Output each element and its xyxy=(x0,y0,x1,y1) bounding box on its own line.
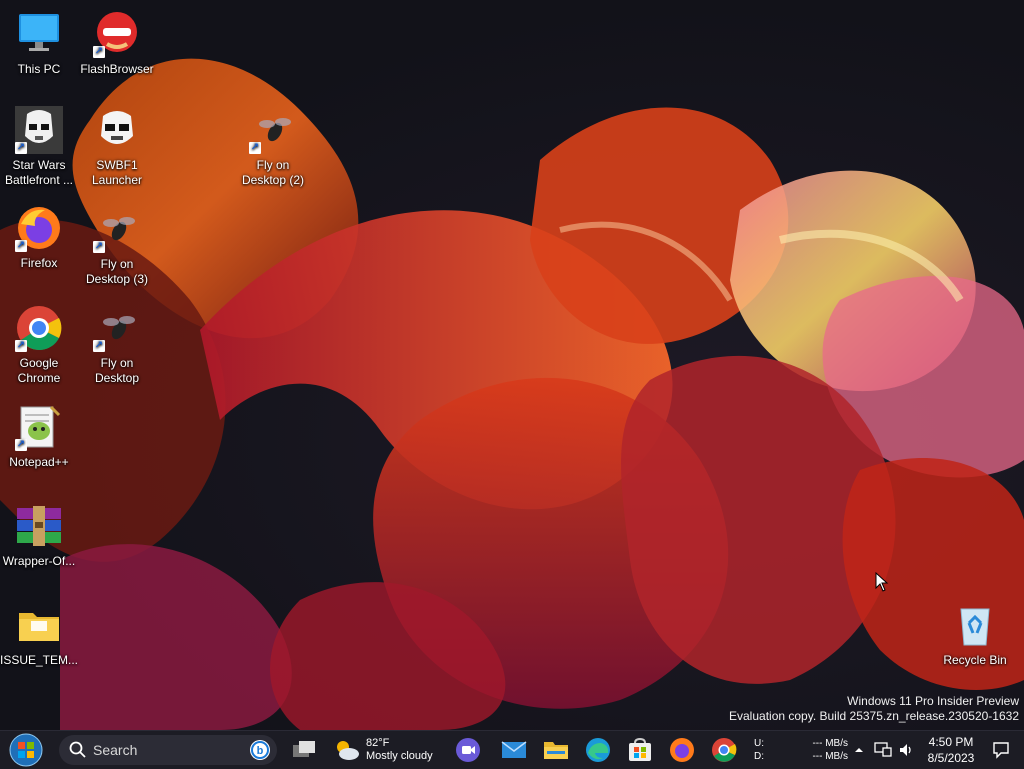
chevron-up-icon xyxy=(855,748,863,752)
shortcut-arrow-icon: ↗ xyxy=(93,46,105,58)
search-box[interactable]: Search b xyxy=(59,735,277,765)
taskbar-clock[interactable]: 4:50 PM 8/5/2023 xyxy=(922,731,980,769)
desktop-icon-issue-template[interactable]: ISSUE_TEM... xyxy=(0,601,78,668)
desktop-icon-swbf1-launcher[interactable]: SWBF1 Launcher xyxy=(78,106,156,188)
speaker-icon xyxy=(900,744,911,756)
chrome-icon: ↗ xyxy=(15,304,63,352)
shortcut-arrow-icon: ↗ xyxy=(93,241,105,253)
weather-widget[interactable]: 82°F Mostly cloudy xyxy=(334,731,444,769)
desktop-icon-label: SWBF1 Launcher xyxy=(91,158,143,187)
watermark-line-1: Windows 11 Pro Insider Preview xyxy=(847,694,1019,708)
watermark-line-2: Evaluation copy. Build 25375.zn_release.… xyxy=(729,709,1019,723)
video-call-icon xyxy=(456,738,480,762)
stormtrooper-helmet-icon xyxy=(93,106,141,154)
fly-icon: ↗ xyxy=(249,106,297,154)
desktop-icon-label: Recycle Bin xyxy=(943,653,1007,667)
flash-hero-icon: ↗ xyxy=(93,10,141,58)
desktop-icon-label: Fly on Desktop (3) xyxy=(85,257,149,286)
evaluation-watermark: Windows 11 Pro Insider Preview Evaluatio… xyxy=(729,694,1019,724)
task-view-icon xyxy=(293,741,315,757)
desktop-icon-label: Wrapper-Of... xyxy=(2,554,76,568)
upload-speed: --- MB/s xyxy=(812,738,848,749)
desktop-icon-label: ISSUE_TEM... xyxy=(0,653,79,667)
firefox-icon xyxy=(670,738,694,762)
desktop-icon-label: Google Chrome xyxy=(17,356,61,385)
stormtrooper-helmet-icon: ↗ xyxy=(15,106,63,154)
desktop-icon-firefox[interactable]: ↗ Firefox xyxy=(0,204,78,271)
shortcut-arrow-icon: ↗ xyxy=(93,340,105,352)
file-explorer-icon xyxy=(544,742,568,759)
clock-date: 8/5/2023 xyxy=(927,751,975,765)
network-status-button[interactable] xyxy=(872,731,894,769)
network-speed-monitor[interactable]: U: D: --- MB/s --- MB/s xyxy=(754,731,848,769)
desktop-icon-this-pc[interactable]: This PC xyxy=(0,10,78,77)
weather-temperature: 82°F xyxy=(366,737,390,749)
taskbar-app-mail[interactable] xyxy=(498,731,530,769)
desktop-icon-flashbrowser[interactable]: ↗ FlashBrowser xyxy=(78,10,156,77)
desktop-icon-label: Star Wars Battlefront ... xyxy=(4,158,74,187)
windows-orb-icon xyxy=(9,733,43,767)
desktop-icon-label: This PC xyxy=(17,62,61,76)
desktop-icon-recycle-bin[interactable]: Recycle Bin xyxy=(936,601,1014,668)
shortcut-arrow-icon: ↗ xyxy=(15,439,27,451)
weather-condition: Mostly cloudy xyxy=(366,750,433,762)
taskbar-app-edge[interactable] xyxy=(582,731,614,769)
show-hidden-icons-button[interactable] xyxy=(852,731,866,769)
notepad-plus-plus-icon: ↗ xyxy=(15,403,63,451)
notification-icon xyxy=(993,742,1009,759)
shortcut-arrow-icon: ↗ xyxy=(15,240,27,252)
shortcut-arrow-icon: ↗ xyxy=(249,142,261,154)
chrome-icon xyxy=(712,738,737,762)
svg-text:b: b xyxy=(257,745,264,757)
task-view-button[interactable] xyxy=(288,731,320,769)
desktop-icon-notepad-plus-plus[interactable]: ↗ Notepad++ xyxy=(0,403,78,470)
taskbar: Search b 82°F Mostly cloudy U: D: --- MB… xyxy=(0,730,1024,769)
firefox-icon: ↗ xyxy=(15,204,63,252)
mouse-pointer-icon xyxy=(875,571,889,597)
search-label: Search xyxy=(93,742,138,758)
upload-label: U: xyxy=(754,738,764,749)
clock-time: 4:50 PM xyxy=(928,735,974,749)
taskbar-search[interactable]: Search b xyxy=(58,731,278,769)
taskbar-app-chrome[interactable] xyxy=(708,731,740,769)
desktop-icon-google-chrome[interactable]: ↗ Google Chrome xyxy=(0,304,78,386)
desktop-icon-wrapper-of[interactable]: Wrapper-Of... xyxy=(0,502,78,569)
partly-cloudy-icon xyxy=(337,741,359,760)
desktop-icon-label: Notepad++ xyxy=(9,455,69,469)
desktop-icon-fly-on-desktop-2[interactable]: ↗ Fly on Desktop (2) xyxy=(234,106,312,188)
fly-icon: ↗ xyxy=(93,205,141,253)
desktop-icon-star-wars-battlefront[interactable]: ↗ Star Wars Battlefront ... xyxy=(0,106,78,188)
desktop-icon-label: Fly on Desktop (2) xyxy=(241,158,305,187)
download-label: D: xyxy=(754,751,764,762)
shortcut-arrow-icon: ↗ xyxy=(15,142,27,154)
folder-icon xyxy=(15,601,63,649)
taskbar-app-file-explorer[interactable] xyxy=(540,731,572,769)
edge-icon xyxy=(586,738,610,762)
volume-button[interactable] xyxy=(896,731,916,769)
desktop-icon-label: FlashBrowser xyxy=(80,62,154,76)
monitor-icon xyxy=(15,10,63,58)
start-button[interactable] xyxy=(6,731,46,769)
microsoft-store-icon xyxy=(629,738,651,761)
taskbar-app-teams-meet[interactable] xyxy=(452,731,484,769)
download-speed: --- MB/s xyxy=(812,751,848,762)
taskbar-app-store[interactable] xyxy=(624,731,656,769)
bing-icon[interactable]: b xyxy=(249,739,271,761)
taskbar-app-firefox[interactable] xyxy=(666,731,698,769)
network-icon xyxy=(874,742,892,757)
desktop-icon-label: Firefox xyxy=(20,256,58,270)
notification-center-button[interactable] xyxy=(988,731,1014,769)
recycle-bin-icon xyxy=(951,601,999,649)
winrar-archive-icon xyxy=(15,502,63,550)
shortcut-arrow-icon: ↗ xyxy=(15,340,27,352)
desktop-icon-label: Fly on Desktop xyxy=(94,356,140,385)
mail-icon xyxy=(501,741,527,758)
fly-icon: ↗ xyxy=(93,304,141,352)
search-icon xyxy=(69,741,86,758)
desktop-icon-fly-on-desktop-3[interactable]: ↗ Fly on Desktop (3) xyxy=(78,205,156,287)
desktop-icon-fly-on-desktop[interactable]: ↗ Fly on Desktop xyxy=(78,304,156,386)
